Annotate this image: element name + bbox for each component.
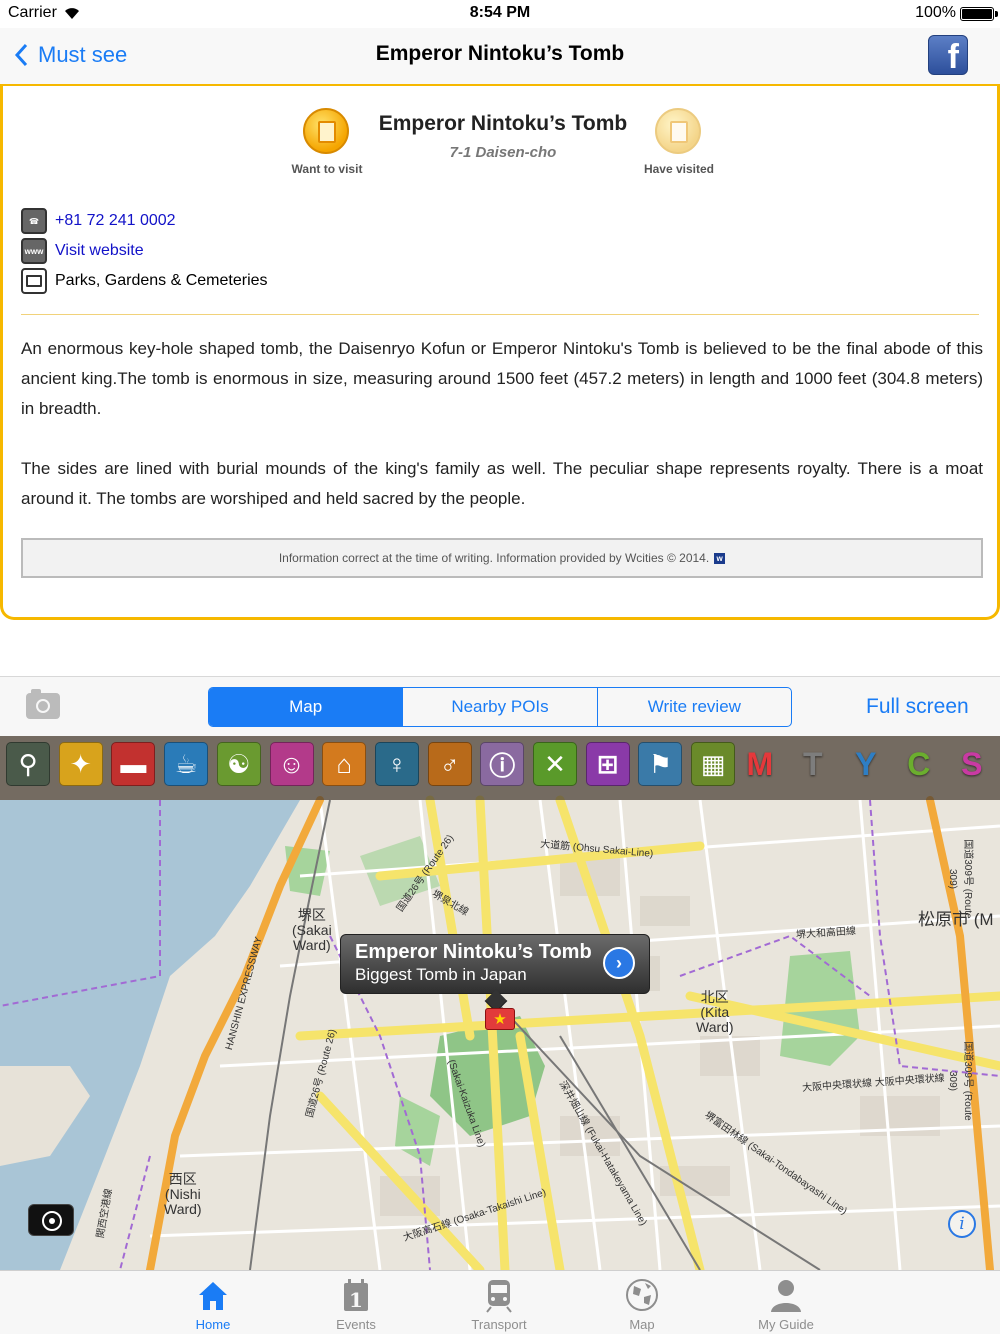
locate-me-icon[interactable] bbox=[28, 1204, 74, 1236]
tab-label: Events bbox=[336, 1317, 376, 1332]
tab-label: Home bbox=[195, 1317, 231, 1332]
chevron-right-icon[interactable]: › bbox=[603, 947, 635, 979]
battery-percent: 100% bbox=[915, 4, 956, 21]
callout-subtitle: Biggest Tomb in Japan bbox=[355, 965, 527, 984]
category-filter-bar: ⚲ ✦ ▬ ☕ ☯ ☺ ⌂ ♀ ♂ ⓘ ✕ ⊞ ⚑ ▦ M T Y C S bbox=[0, 736, 1000, 800]
credit-box: Information correct at the time of writi… bbox=[21, 538, 983, 578]
checklist-icon bbox=[670, 121, 688, 143]
status-bar: Carrier 8:54 PM 100% bbox=[0, 0, 1000, 28]
category-letter-t[interactable]: T bbox=[791, 742, 835, 786]
star-pin-icon[interactable]: ★ bbox=[485, 1008, 515, 1030]
segment-write-review[interactable]: Write review bbox=[596, 688, 791, 726]
ticket-icon[interactable]: ✦ bbox=[58, 742, 103, 786]
category-label: Parks, Gardens & Cemeteries bbox=[55, 272, 268, 289]
tab-my-guide[interactable]: My Guide bbox=[736, 1271, 836, 1335]
category-letter-m[interactable]: M bbox=[738, 742, 782, 786]
back-label: Must see bbox=[38, 42, 128, 67]
poi-address: 7-1 Daisen-cho bbox=[449, 144, 557, 161]
map-view[interactable]: ⚲ ✦ ▬ ☕ ☯ ☺ ⌂ ♀ ♂ ⓘ ✕ ⊞ ⚑ ▦ M T Y C S 堺区 (Sakai Ward) 北区 (… bbox=[0, 736, 1000, 1270]
description-paragraph: The sides are lined with burial mounds o… bbox=[21, 459, 983, 508]
museum-icon[interactable]: ⌂ bbox=[322, 742, 367, 786]
description-paragraph: An enormous key-hole shaped tomb, the Da… bbox=[21, 339, 983, 418]
walking-icon[interactable]: ♂ bbox=[427, 742, 472, 786]
tab-events[interactable]: 1 Events bbox=[306, 1271, 406, 1335]
map-label-kita-ward: 北区 (Kita Ward) bbox=[696, 989, 734, 1035]
spa-icon[interactable]: ☯ bbox=[216, 742, 261, 786]
page-title: Emperor Nintoku’s Tomb bbox=[375, 42, 625, 65]
poi-name: Emperor Nintoku’s Tomb bbox=[378, 112, 628, 135]
phone-icon: ☎ bbox=[21, 208, 47, 234]
battery-icon bbox=[960, 7, 998, 21]
facebook-icon: f bbox=[947, 38, 959, 75]
tab-transport[interactable]: Transport bbox=[449, 1271, 549, 1335]
bed-icon[interactable]: ▬ bbox=[111, 742, 156, 786]
have-visited-label: Have visited bbox=[643, 162, 715, 176]
theater-icon[interactable]: ☺ bbox=[269, 742, 314, 786]
home-icon bbox=[199, 1282, 227, 1310]
category-letter-y[interactable]: Y bbox=[844, 742, 888, 786]
category-letter-c[interactable]: C bbox=[897, 742, 941, 786]
calendar-icon: 1 bbox=[344, 1279, 368, 1312]
tab-bar: Home 1 Events Transport Map My Guide bbox=[0, 1270, 1000, 1334]
website-link[interactable]: Visit website bbox=[55, 242, 144, 260]
pin-icon[interactable]: ⚑ bbox=[638, 742, 683, 786]
map-label-route-309: 国道309号 (Route 309) bbox=[947, 839, 973, 919]
clock: 8:54 PM bbox=[469, 4, 531, 21]
full-screen-button[interactable]: Full screen bbox=[866, 695, 969, 719]
navigation-bar: Must see Emperor Nintoku’s Tomb f bbox=[0, 28, 1000, 84]
tab-map[interactable]: Map bbox=[592, 1271, 692, 1335]
map-callout[interactable]: Emperor Nintoku’s Tomb Biggest Tomb in J… bbox=[340, 934, 650, 1013]
tab-label: Map bbox=[629, 1317, 655, 1332]
category-row: Parks, Gardens & Cemeteries bbox=[21, 267, 268, 295]
map-label-nishi-ward: 西区 (Nishi Ward) bbox=[164, 1171, 202, 1217]
map-info-icon[interactable]: i bbox=[948, 1210, 976, 1238]
shopping-icon[interactable]: ⊞ bbox=[585, 742, 630, 786]
globe-icon bbox=[626, 1279, 658, 1311]
divider bbox=[21, 314, 979, 315]
want-to-visit-label: Want to visit bbox=[291, 162, 363, 176]
segmented-control: Map Nearby POIs Write review bbox=[208, 687, 792, 727]
poi-detail-card: Want to visit Emperor Nintoku’s Tomb 7-1… bbox=[0, 84, 1000, 620]
back-button[interactable]: Must see bbox=[14, 38, 127, 72]
folder-icon bbox=[21, 268, 47, 294]
segment-map[interactable]: Map bbox=[209, 688, 403, 726]
tab-label: My Guide bbox=[758, 1317, 814, 1332]
www-icon: www bbox=[21, 238, 47, 264]
website-row[interactable]: www Visit website bbox=[21, 237, 144, 265]
train-icon bbox=[486, 1280, 512, 1313]
phone-link[interactable]: +81 72 241 0002 bbox=[55, 212, 176, 230]
wcities-logo-icon: w bbox=[714, 552, 726, 564]
map-label-sakai-ward: 堺区 (Sakai Ward) bbox=[292, 907, 332, 953]
train-icon[interactable]: ▦ bbox=[691, 742, 736, 786]
facebook-share-button[interactable]: f bbox=[928, 35, 968, 75]
nightlife-icon[interactable]: ♀ bbox=[374, 742, 419, 786]
restaurant-icon[interactable]: ✕ bbox=[533, 742, 577, 786]
tab-home[interactable]: Home bbox=[163, 1271, 263, 1335]
credit-text: Information correct at the time of writi… bbox=[278, 551, 710, 565]
segment-nearby-pois[interactable]: Nearby POIs bbox=[402, 688, 596, 726]
chevron-left-icon bbox=[14, 43, 28, 67]
camera-icon[interactable] bbox=[26, 689, 60, 719]
map-label-route-309: 国道309号 (Route 309) bbox=[947, 1041, 973, 1121]
tab-label: Transport bbox=[471, 1317, 527, 1332]
have-visited-button[interactable] bbox=[655, 108, 701, 154]
map-toolbar: Map Nearby POIs Write review Full screen bbox=[0, 676, 1000, 736]
cafe-icon[interactable]: ☕ bbox=[164, 742, 209, 786]
phone-row[interactable]: ☎ +81 72 241 0002 bbox=[21, 207, 176, 235]
info-icon[interactable]: ⓘ bbox=[480, 742, 525, 786]
callout-title: Emperor Nintoku’s Tomb bbox=[355, 941, 592, 963]
category-letter-s[interactable]: S bbox=[950, 742, 994, 786]
person-icon bbox=[771, 1280, 801, 1312]
svg-text:1: 1 bbox=[349, 1288, 363, 1312]
search-icon[interactable]: ⚲ bbox=[6, 742, 50, 786]
